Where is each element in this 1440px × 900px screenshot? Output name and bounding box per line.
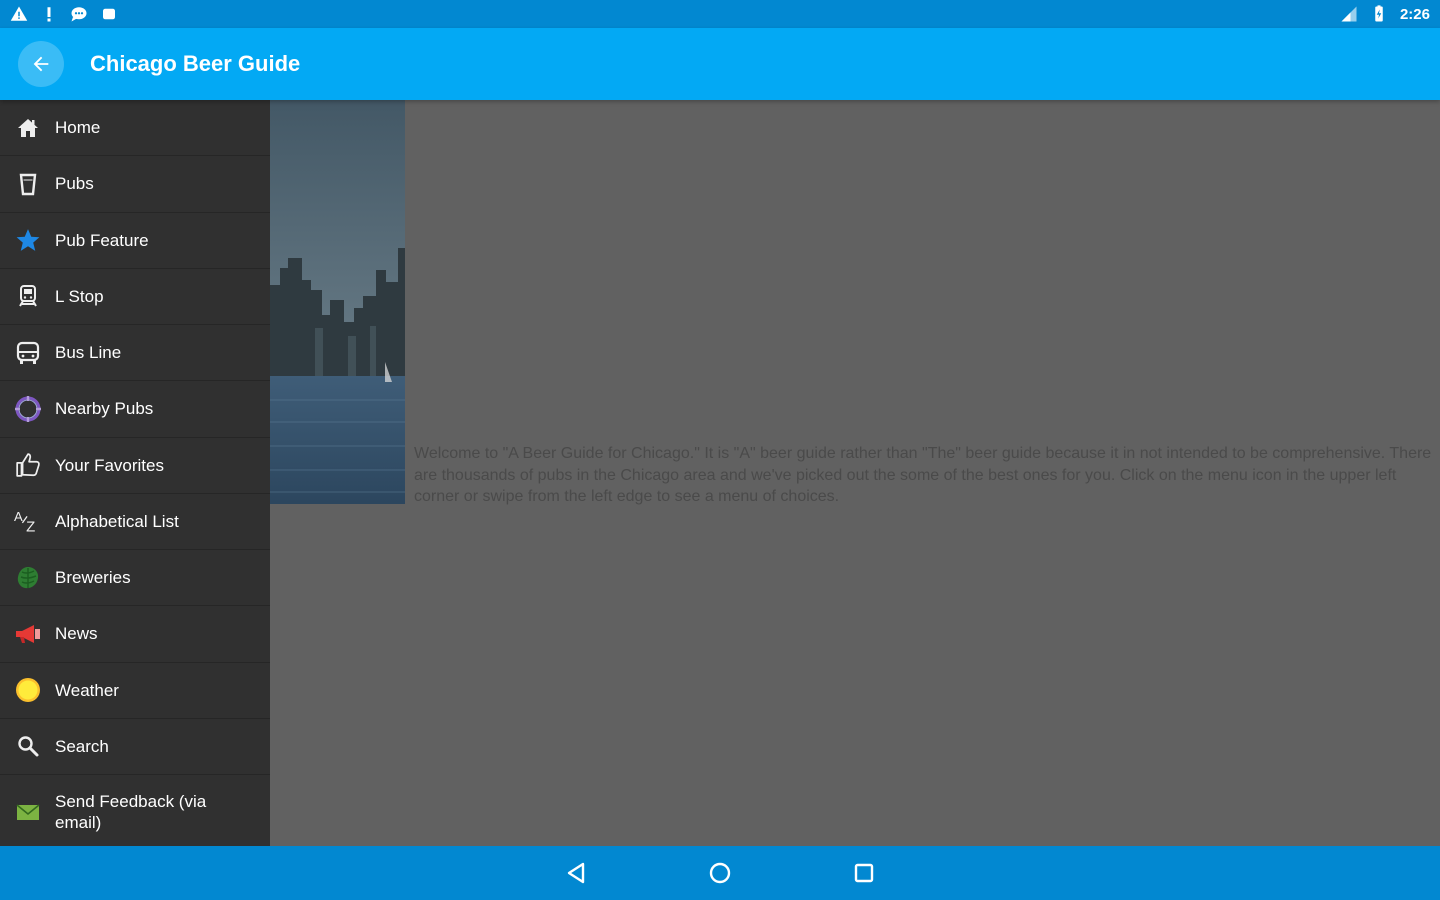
- drawer-item-pubs[interactable]: Pubs: [0, 156, 270, 213]
- status-time: 2:26: [1399, 5, 1430, 23]
- email-icon: [14, 798, 42, 826]
- svg-text:A: A: [14, 509, 23, 524]
- back-triangle-icon: [567, 862, 585, 884]
- drawer-item-news[interactable]: News: [0, 606, 270, 663]
- search-icon: [14, 732, 42, 760]
- pint-glass-icon: [14, 170, 42, 198]
- drawer-item-send-feedback[interactable]: Send Feedback (via email): [0, 775, 270, 848]
- signal-icon: [1341, 6, 1357, 22]
- app-title: Chicago Beer Guide: [90, 51, 301, 76]
- chat-icon: [71, 7, 87, 22]
- drawer-item-weather[interactable]: Weather: [0, 663, 270, 719]
- home-circle-icon: [709, 862, 731, 884]
- nav-back-button[interactable]: [562, 859, 590, 887]
- drawer-item-your-favorites[interactable]: Your Favorites: [0, 438, 270, 494]
- drawer-item-breweries[interactable]: Breweries: [0, 550, 270, 607]
- sun-icon: [14, 676, 42, 704]
- navigation-drawer: Home Pubs Pub Feature L Stop Bus Line Ne…: [0, 100, 270, 846]
- a-z-icon: AZ: [14, 507, 42, 535]
- drawer-item-label: L Stop: [55, 286, 104, 306]
- welcome-text: Welcome to "A Beer Guide for Chicago." I…: [414, 445, 1432, 505]
- drawer-item-label: Send Feedback (via email): [55, 791, 207, 832]
- drawer-item-pub-feature[interactable]: Pub Feature: [0, 213, 270, 269]
- thumbs-up-icon: [14, 451, 42, 479]
- status-notifications: [10, 5, 118, 23]
- drawer-item-label: News: [55, 624, 98, 644]
- bus-icon: [14, 339, 42, 367]
- system-nav-bar: [0, 846, 1440, 900]
- chicago-skyline-image: [270, 100, 405, 504]
- drawer-item-label: Search: [55, 736, 109, 756]
- svg-text:Z: Z: [26, 519, 35, 535]
- drawer-item-l-stop[interactable]: L Stop: [0, 269, 270, 325]
- main-content: Welcome to "A Beer Guide for Chicago." I…: [270, 100, 1440, 846]
- alert-icon: [47, 7, 51, 22]
- drawer-item-label: Home: [55, 118, 101, 138]
- hops-icon: [14, 564, 42, 592]
- drawer-item-home[interactable]: Home: [0, 100, 270, 157]
- drawer-item-label: Bus Line: [55, 343, 122, 363]
- drawer-item-label: Pubs: [55, 174, 94, 194]
- status-bar: 2:26: [0, 0, 1440, 28]
- battery-icon: [1375, 5, 1383, 22]
- drawer-item-nearby-pubs[interactable]: Nearby Pubs: [0, 381, 270, 438]
- nav-home-button[interactable]: [706, 859, 734, 887]
- status-system: 2:26: [1340, 5, 1430, 23]
- nav-recents-button[interactable]: [850, 859, 878, 887]
- drawer-item-label: Weather: [55, 680, 119, 700]
- location-target-icon: [14, 395, 42, 423]
- drawer-item-alphabetical-list[interactable]: AZ Alphabetical List: [0, 494, 270, 550]
- megaphone-icon: [14, 620, 42, 648]
- android-icon: [103, 8, 115, 20]
- app-bar: Chicago Beer Guide: [0, 28, 1440, 100]
- train-icon: [14, 282, 42, 310]
- drawer-item-label: Alphabetical List: [55, 511, 179, 531]
- back-button[interactable]: [18, 41, 64, 87]
- drawer-item-bus-line[interactable]: Bus Line: [0, 325, 270, 382]
- star-icon: [14, 226, 42, 254]
- drawer-item-label: Your Favorites: [55, 455, 164, 475]
- recents-square-icon: [854, 863, 874, 883]
- drawer-item-label: Breweries: [55, 568, 131, 588]
- home-icon: [14, 114, 42, 142]
- drawer-item-search[interactable]: Search: [0, 719, 270, 775]
- back-arrow-icon: [33, 56, 49, 72]
- warning-icon: [10, 6, 28, 21]
- drawer-item-label: Pub Feature: [55, 230, 149, 250]
- drawer-item-label: Nearby Pubs: [55, 399, 154, 419]
